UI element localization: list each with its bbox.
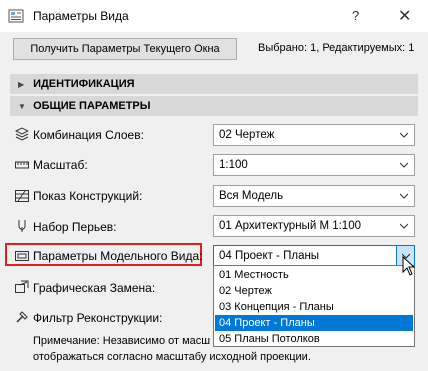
scale-label: Масштаб:	[33, 158, 88, 172]
model-view-options-label: Параметры Модельного Вида:	[33, 249, 203, 263]
graphic-override-label: Графическая Замена:	[33, 281, 156, 295]
window-title: Параметры Вида	[33, 9, 129, 23]
dropdown-option-selected[interactable]: 04 Проект - Планы	[215, 315, 413, 331]
section-label: ИДЕНТИФИКАЦИЯ	[33, 78, 135, 90]
scale-select[interactable]: 1:100	[213, 154, 415, 176]
title-bar: Параметры Вида ? ✕	[0, 0, 428, 32]
pen-set-select[interactable]: 01 Архитектурный М 1:100	[213, 215, 415, 237]
chevron-down-icon	[400, 132, 408, 138]
app-icon	[8, 9, 24, 23]
dropdown-option[interactable]: 02 Чертеж	[215, 283, 413, 299]
dropdown-option[interactable]: 03 Концепция - Планы	[215, 299, 413, 315]
renovation-filter-icon	[16, 311, 28, 323]
layer-combination-value: 02 Чертеж	[219, 129, 275, 141]
ruler-icon	[15, 161, 29, 169]
dropdown-option[interactable]: 05 Планы Потолков	[215, 331, 413, 347]
collapse-arrow-icon: ▼	[18, 102, 26, 111]
help-button[interactable]: ?	[352, 8, 359, 23]
pen-set-value: 01 Архитектурный М 1:100	[219, 220, 361, 232]
layer-combination-label: Комбинация Слоев:	[33, 128, 144, 142]
selection-status: Выбрано: 1, Редактируемых: 1	[258, 42, 415, 54]
pen-set-label: Набор Перьев:	[33, 220, 117, 234]
chevron-down-icon	[400, 162, 408, 168]
structure-display-label: Показ Конструкций:	[33, 189, 143, 203]
model-view-icon	[15, 251, 29, 261]
model-view-options-value: 04 Проект - Планы	[219, 250, 320, 262]
note-line-2: отображаться согласно масштабу исходной …	[33, 351, 311, 363]
renovation-filter-label: Фильтр Реконструкции:	[33, 311, 163, 325]
chevron-down-icon	[400, 193, 408, 199]
close-button[interactable]: ✕	[398, 6, 411, 26]
structure-display-select[interactable]: Вся Модель	[213, 185, 415, 207]
pen-icon	[18, 220, 26, 232]
note-line-1: Примечание: Независимо от масш	[33, 335, 211, 347]
structure-hatch-icon	[15, 190, 29, 202]
chevron-down-icon	[400, 223, 408, 229]
section-general[interactable]: ▼ ОБЩИЕ ПАРАМЕТРЫ	[10, 96, 418, 116]
mouse-cursor-icon	[402, 256, 416, 276]
layers-icon	[15, 127, 29, 141]
get-current-window-settings-button[interactable]: Получить Параметры Текущего Окна	[13, 38, 237, 60]
graphic-override-icon	[15, 280, 29, 293]
scale-value: 1:100	[219, 159, 248, 171]
model-view-options-dropdown: 01 Местность 02 Чертеж 03 Концепция - Пл…	[213, 265, 415, 347]
section-identification[interactable]: ▶ ИДЕНТИФИКАЦИЯ	[10, 74, 418, 94]
layer-combination-select[interactable]: 02 Чертеж	[213, 124, 415, 146]
model-view-options-select[interactable]: 04 Проект - Планы	[213, 245, 415, 267]
section-label: ОБЩИЕ ПАРАМЕТРЫ	[33, 100, 151, 112]
structure-display-value: Вся Модель	[219, 190, 284, 202]
dropdown-option[interactable]: 01 Местность	[215, 267, 413, 283]
expand-arrow-icon: ▶	[18, 80, 25, 89]
